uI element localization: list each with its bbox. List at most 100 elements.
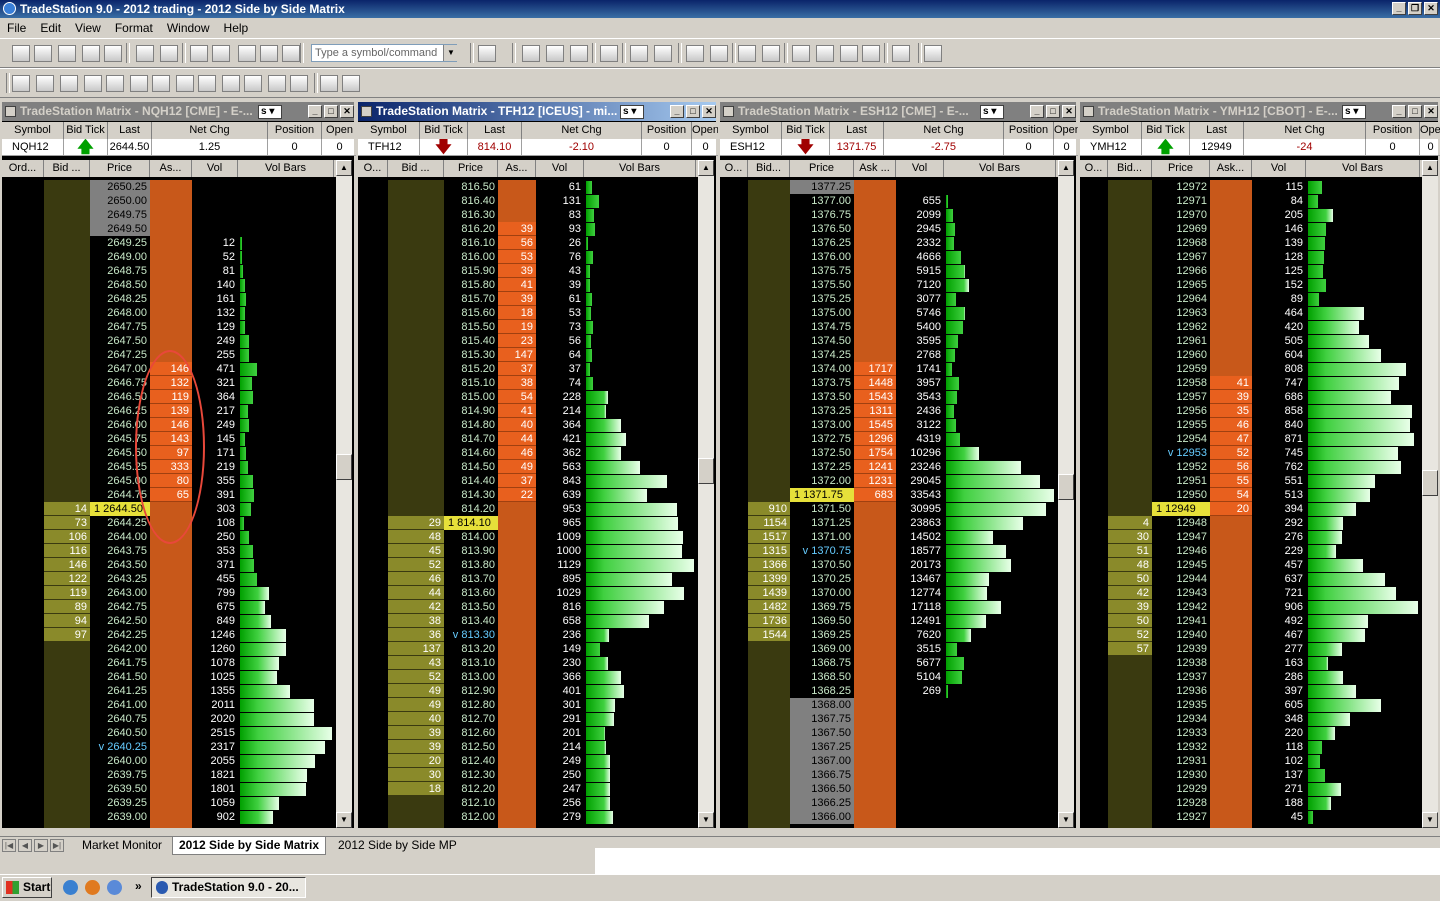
- price-cell[interactable]: 814.50: [444, 460, 498, 474]
- bid-size-cell[interactable]: 106: [44, 530, 90, 544]
- bid-size-cell[interactable]: 39: [388, 740, 444, 754]
- price-cell[interactable]: 2648.75: [90, 264, 150, 278]
- price-cell[interactable]: 812.90: [444, 684, 498, 698]
- firefox-icon[interactable]: [85, 880, 100, 895]
- tab-last-icon[interactable]: ▶|: [50, 839, 64, 852]
- price-cell[interactable]: 815.80: [444, 278, 498, 292]
- window-close-button[interactable]: ✕: [702, 105, 716, 118]
- quote-col-header[interactable]: Position: [1004, 122, 1054, 139]
- scroll-thumb[interactable]: [336, 454, 352, 480]
- matrix-window-2[interactable]: TradeStation Matrix - ESH12 [CME] - E-..…: [718, 100, 1080, 830]
- price-cell[interactable]: 1367.25: [790, 740, 854, 754]
- matrix-col-header[interactable]: Vol: [896, 160, 944, 177]
- price-cell[interactable]: 1370.00: [790, 586, 854, 600]
- quote-col-header[interactable]: Symbol: [1080, 122, 1142, 139]
- price-cell[interactable]: 1 1371.75: [790, 488, 854, 502]
- ask-size-cell[interactable]: 41: [498, 278, 536, 292]
- tab-next-icon[interactable]: ▶: [34, 839, 48, 852]
- ask-size-cell[interactable]: 55: [1210, 474, 1252, 488]
- bid-size-cell[interactable]: 137: [388, 642, 444, 656]
- price-cell[interactable]: 12948: [1152, 516, 1210, 530]
- price-cell[interactable]: 1376.25: [790, 236, 854, 250]
- price-cell[interactable]: 2640.50: [90, 726, 150, 740]
- bid-size-cell[interactable]: 1544: [748, 628, 790, 642]
- window-maximize-button[interactable]: □: [1408, 105, 1422, 118]
- price-cell[interactable]: 2649.25: [90, 236, 150, 250]
- price-cell[interactable]: 12958: [1152, 376, 1210, 390]
- matrix-col-header[interactable]: Ask ...: [854, 160, 896, 177]
- vertical-scrollbar[interactable]: ▲ ▼: [1058, 160, 1074, 828]
- price-cell[interactable]: 12927: [1152, 810, 1210, 824]
- start-button[interactable]: Start: [2, 877, 52, 898]
- open-workspace-icon[interactable]: [58, 45, 76, 62]
- price-cell[interactable]: 1374.50: [790, 334, 854, 348]
- price-cell[interactable]: 2642.00: [90, 642, 150, 656]
- price-cell[interactable]: 1366.75: [790, 768, 854, 782]
- matrix-col-header[interactable]: Vol Bars: [584, 160, 696, 177]
- quote-col-header[interactable]: Last: [108, 122, 152, 139]
- price-cell[interactable]: 1376.75: [790, 208, 854, 222]
- quote-col-header[interactable]: Net Chg: [152, 122, 268, 139]
- radar-icon[interactable]: [570, 45, 588, 62]
- quote-col-header[interactable]: Symbol: [2, 122, 64, 139]
- price-cell[interactable]: 815.10: [444, 376, 498, 390]
- price-cell[interactable]: 12955: [1152, 418, 1210, 432]
- quote-col-header[interactable]: Bid Tick: [420, 122, 468, 139]
- price-cell[interactable]: 1371.50: [790, 502, 854, 516]
- ask-size-cell[interactable]: 1231: [854, 474, 896, 488]
- price-cell[interactable]: 12947: [1152, 530, 1210, 544]
- bid-size-cell[interactable]: 18: [388, 782, 444, 796]
- window-maximize-button[interactable]: □: [1046, 105, 1060, 118]
- matrix-col-header[interactable]: O...: [720, 160, 748, 177]
- price-cell[interactable]: 813.40: [444, 614, 498, 628]
- matrix-window-title-bar[interactable]: TradeStation Matrix - TFH12 [ICEUS] - mi…: [358, 102, 716, 121]
- style-dropdown[interactable]: s ▾: [620, 105, 644, 119]
- price-cell[interactable]: 812.40: [444, 754, 498, 768]
- bid-size-cell[interactable]: 52: [1108, 628, 1152, 642]
- price-cell[interactable]: 813.50: [444, 600, 498, 614]
- price-cell[interactable]: 1371.25: [790, 516, 854, 530]
- alert-icon[interactable]: [762, 45, 780, 62]
- price-cell[interactable]: 2647.25: [90, 348, 150, 362]
- price-cell[interactable]: 2643.00: [90, 586, 150, 600]
- price-cell[interactable]: 1375.50: [790, 278, 854, 292]
- bid-size-cell[interactable]: 36: [388, 628, 444, 642]
- price-cell[interactable]: 2648.50: [90, 278, 150, 292]
- price-cell[interactable]: 816.20: [444, 222, 498, 236]
- ask-size-cell[interactable]: 46: [1210, 418, 1252, 432]
- price-cell[interactable]: 812.00: [444, 810, 498, 824]
- price-cell[interactable]: 12968: [1152, 236, 1210, 250]
- bid-size-cell[interactable]: 116: [44, 544, 90, 558]
- bid-size-cell[interactable]: 94: [44, 614, 90, 628]
- matrix-icon[interactable]: [60, 75, 78, 92]
- price-cell[interactable]: 12943: [1152, 586, 1210, 600]
- price-cell[interactable]: 2647.50: [90, 334, 150, 348]
- help-icon[interactable]: [924, 45, 942, 62]
- price-cell[interactable]: 1369.50: [790, 614, 854, 628]
- macro-icon[interactable]: [282, 45, 300, 62]
- price-cell[interactable]: 2643.50: [90, 558, 150, 572]
- tab-market-monitor[interactable]: Market Monitor: [76, 837, 168, 854]
- quote-row[interactable]: YMH12 🡅 12949 -24 0 0: [1080, 139, 1440, 156]
- bid-size-cell[interactable]: 46: [388, 572, 444, 586]
- price-cell[interactable]: 1372.25: [790, 460, 854, 474]
- price-cell[interactable]: 1368.50: [790, 670, 854, 684]
- quote-col-header[interactable]: Symbol: [720, 122, 782, 139]
- price-cell[interactable]: 2644.00: [90, 530, 150, 544]
- matrix-col-header[interactable]: As...: [498, 160, 536, 177]
- bid-size-cell[interactable]: 119: [44, 586, 90, 600]
- price-cell[interactable]: 2640.75: [90, 712, 150, 726]
- price-cell[interactable]: 815.70: [444, 292, 498, 306]
- price-cell[interactable]: 12961: [1152, 334, 1210, 348]
- price-cell[interactable]: 12969: [1152, 222, 1210, 236]
- news-icon[interactable]: [630, 45, 648, 62]
- price-cell[interactable]: 2641.25: [90, 684, 150, 698]
- matrix-col-header[interactable]: Price: [444, 160, 498, 177]
- price-cell[interactable]: 1367.50: [790, 726, 854, 740]
- price-cell[interactable]: 816.10: [444, 236, 498, 250]
- fund-icon[interactable]: [244, 75, 262, 92]
- price-cell[interactable]: 815.20: [444, 362, 498, 376]
- price-cell[interactable]: 12970: [1152, 208, 1210, 222]
- price-cell[interactable]: 1369.25: [790, 628, 854, 642]
- bid-size-cell[interactable]: 1366: [748, 558, 790, 572]
